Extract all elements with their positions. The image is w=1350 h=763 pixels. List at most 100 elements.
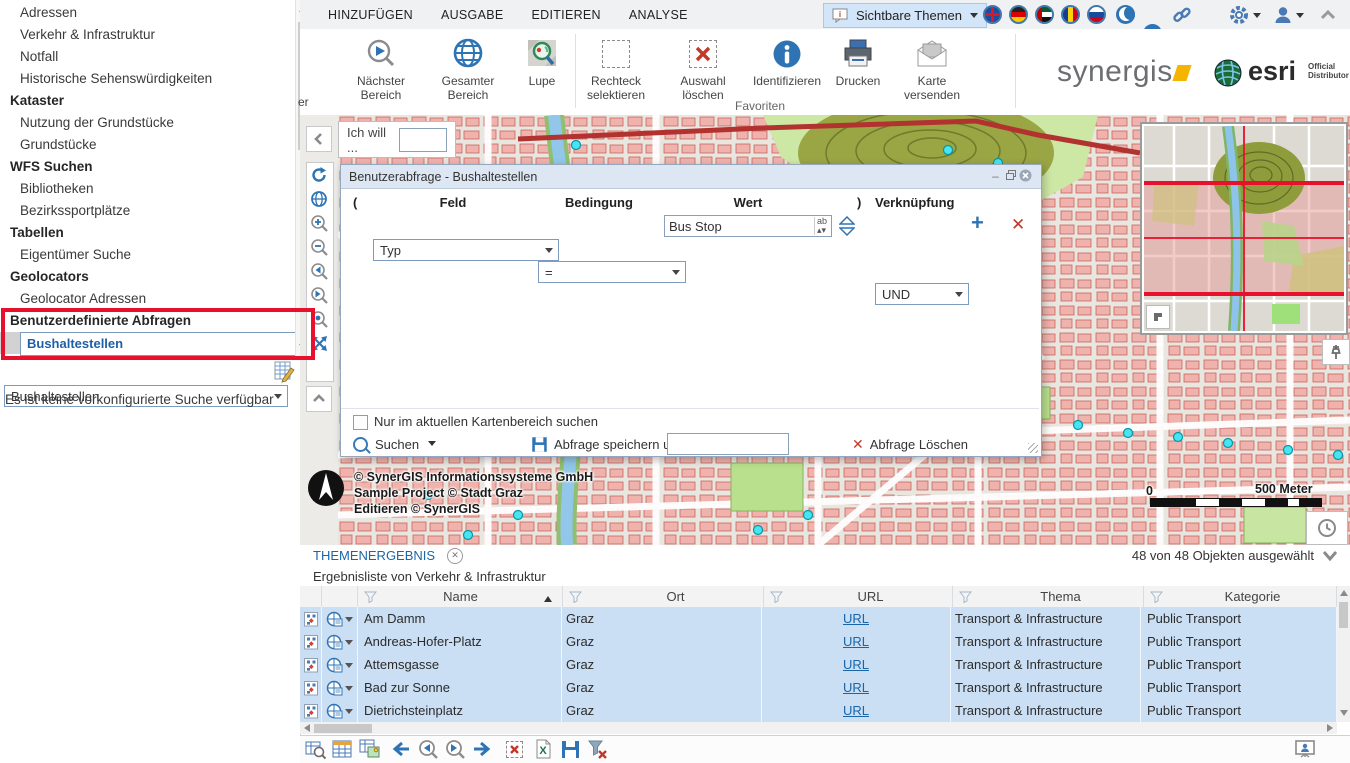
sidebar-item-adressen[interactable]: Adressen: [20, 2, 77, 24]
flag-ae-icon[interactable]: [1035, 5, 1054, 24]
value-type-toggle[interactable]: ab▴▾: [814, 217, 827, 235]
feature-actions-icon[interactable]: [326, 657, 343, 673]
zoom-to-feature-icon[interactable]: [304, 703, 318, 719]
add-condition-button[interactable]: [971, 213, 984, 233]
settings-gear-icon[interactable]: [1228, 4, 1250, 26]
flag-ru-icon[interactable]: [1087, 5, 1106, 24]
column-header-ort[interactable]: Ort: [563, 586, 764, 607]
row-dropdown-icon[interactable]: [345, 617, 353, 626]
query-dialog[interactable]: Benutzerabfrage - Bushaltestellen – ( Fe…: [340, 164, 1042, 457]
settings-dropdown-icon[interactable]: [1253, 13, 1261, 22]
tab-hinzufuegen[interactable]: HINZUFÜGEN: [328, 8, 413, 22]
refresh-icon[interactable]: [307, 163, 331, 187]
table-row[interactable]: Bad zur Sonne Graz URL Transport & Infra…: [300, 676, 1337, 700]
filter-icon[interactable]: [364, 591, 377, 603]
moon-icon[interactable]: [1116, 5, 1135, 24]
overview-map[interactable]: [1140, 122, 1348, 335]
sidebar-item-verkehr[interactable]: Verkehr & Infrastruktur: [20, 24, 155, 46]
sidebar-item-eigentuemer-suche[interactable]: Eigentümer Suche: [20, 244, 131, 266]
table-horizontal-scrollbar[interactable]: [300, 722, 1337, 734]
column-header-url[interactable]: URL: [764, 586, 953, 607]
ribbon-button-print[interactable]: Drucken: [828, 36, 888, 89]
zoom-previous-icon[interactable]: [307, 259, 331, 283]
row-dropdown-icon[interactable]: [345, 663, 353, 672]
feature-actions-icon[interactable]: [326, 611, 343, 627]
table-row[interactable]: Andreas-Hofer-Platz Graz URL Transport &…: [300, 630, 1337, 654]
minimize-icon[interactable]: –: [988, 169, 1003, 185]
sidebar-section-tabellen[interactable]: Tabellen: [10, 222, 64, 244]
filter-icon[interactable]: [770, 591, 783, 603]
ich-will-input[interactable]: [399, 128, 447, 152]
url-link[interactable]: URL: [843, 680, 869, 695]
sidebar-section-geolocators[interactable]: Geolocators: [10, 266, 89, 288]
query-form-icon[interactable]: [271, 359, 295, 383]
value-input[interactable]: Bus Stop ab▴▾: [664, 215, 832, 237]
sidebar-section-wfs-suchen[interactable]: WFS Suchen: [10, 156, 93, 178]
zoom-in-icon[interactable]: [307, 211, 331, 235]
arrow-right-icon[interactable]: [471, 738, 493, 760]
row-dropdown-icon[interactable]: [345, 640, 353, 649]
zoom-next-icon[interactable]: [444, 738, 466, 760]
zoom-to-feature-icon[interactable]: [304, 680, 318, 696]
column-header-thema[interactable]: Thema: [953, 586, 1144, 607]
sidebar-item-historische[interactable]: Historische Sehenswürdigkeiten: [20, 68, 212, 90]
current-extent-checkbox[interactable]: [353, 415, 368, 430]
url-link[interactable]: URL: [843, 657, 869, 672]
sidebar-item-nutzung[interactable]: Nutzung der Grundstücke: [20, 112, 174, 134]
search-button[interactable]: Suchen: [353, 437, 436, 452]
row-dropdown-icon[interactable]: [345, 709, 353, 718]
join-select[interactable]: UND: [875, 283, 969, 305]
collapse-chevron-icon[interactable]: [1318, 7, 1338, 23]
value-sort-icon[interactable]: [839, 216, 855, 236]
globe-icon[interactable]: [307, 187, 331, 211]
flag-de-icon[interactable]: [1009, 5, 1028, 24]
feature-actions-icon[interactable]: [326, 634, 343, 650]
ribbon-button-previous-extent[interactable]: er: [298, 95, 309, 109]
table-row[interactable]: Dietrichsteinplatz Graz URL Transport & …: [300, 699, 1337, 723]
search-dropdown-icon[interactable]: [428, 441, 436, 450]
feature-actions-icon[interactable]: [326, 680, 343, 696]
scrollbar-thumb[interactable]: [1339, 602, 1348, 628]
visible-themes-dropdown[interactable]: i Sichtbare Themen: [823, 3, 987, 28]
pushpin-button[interactable]: [1322, 339, 1350, 365]
zoom-next-icon[interactable]: [307, 283, 331, 307]
sidebar-item-geolocator-adressen[interactable]: Geolocator Adressen: [20, 288, 146, 310]
ribbon-button-next-extent[interactable]: Nächster Bereich: [339, 36, 423, 103]
table-row[interactable]: Attemsgasse Graz URL Transport & Infrast…: [300, 653, 1337, 677]
close-tab-icon[interactable]: ✕: [447, 548, 463, 564]
table-map-icon[interactable]: [358, 738, 380, 760]
remove-condition-button[interactable]: [1011, 215, 1025, 235]
zoom-to-feature-icon[interactable]: [304, 657, 318, 673]
save-icon[interactable]: [559, 738, 581, 760]
tab-themenergebnis[interactable]: THEMENERGEBNIS: [313, 548, 435, 563]
clear-selection-icon[interactable]: [503, 738, 525, 760]
column-header-kategorie[interactable]: Kategorie: [1144, 586, 1337, 607]
collapse-up-button[interactable]: [306, 386, 332, 412]
sidebar-item-notfall[interactable]: Notfall: [20, 46, 58, 68]
filter-icon[interactable]: [959, 591, 972, 603]
close-icon[interactable]: [1018, 169, 1033, 185]
row-dropdown-icon[interactable]: [345, 686, 353, 695]
tab-ausgabe[interactable]: AUSGABE: [441, 8, 504, 22]
table-vertical-scrollbar[interactable]: [1337, 586, 1350, 722]
sidebar-section-benutzerdefinierte-abfragen[interactable]: Benutzerdefinierte Abfragen: [10, 310, 191, 332]
condition-select[interactable]: =: [538, 261, 686, 283]
collapse-panel-icon[interactable]: [1314, 549, 1344, 563]
url-link[interactable]: URL: [843, 611, 869, 626]
tab-editieren[interactable]: EDITIEREN: [532, 8, 601, 22]
filter-icon[interactable]: [569, 591, 582, 603]
dialog-resize-grip[interactable]: [1028, 443, 1038, 453]
dialog-title-bar[interactable]: Benutzerabfrage - Bushaltestellen –: [341, 165, 1041, 189]
restore-icon[interactable]: [1003, 169, 1018, 185]
flag-ro-icon[interactable]: [1061, 5, 1080, 24]
tab-analyse[interactable]: ANALYSE: [629, 8, 688, 22]
zoom-previous-icon[interactable]: [417, 738, 439, 760]
ribbon-button-full-extent[interactable]: Gesamter Bereich: [426, 36, 510, 103]
flag-uk-icon[interactable]: [983, 5, 1002, 24]
table-icon[interactable]: [331, 738, 353, 760]
remove-filter-icon[interactable]: [586, 738, 608, 760]
scrollbar-thumb[interactable]: [314, 724, 372, 733]
link-icon[interactable]: [1172, 5, 1192, 25]
sidebar-section-kataster[interactable]: Kataster: [10, 90, 64, 112]
filter-icon[interactable]: [1150, 591, 1163, 603]
